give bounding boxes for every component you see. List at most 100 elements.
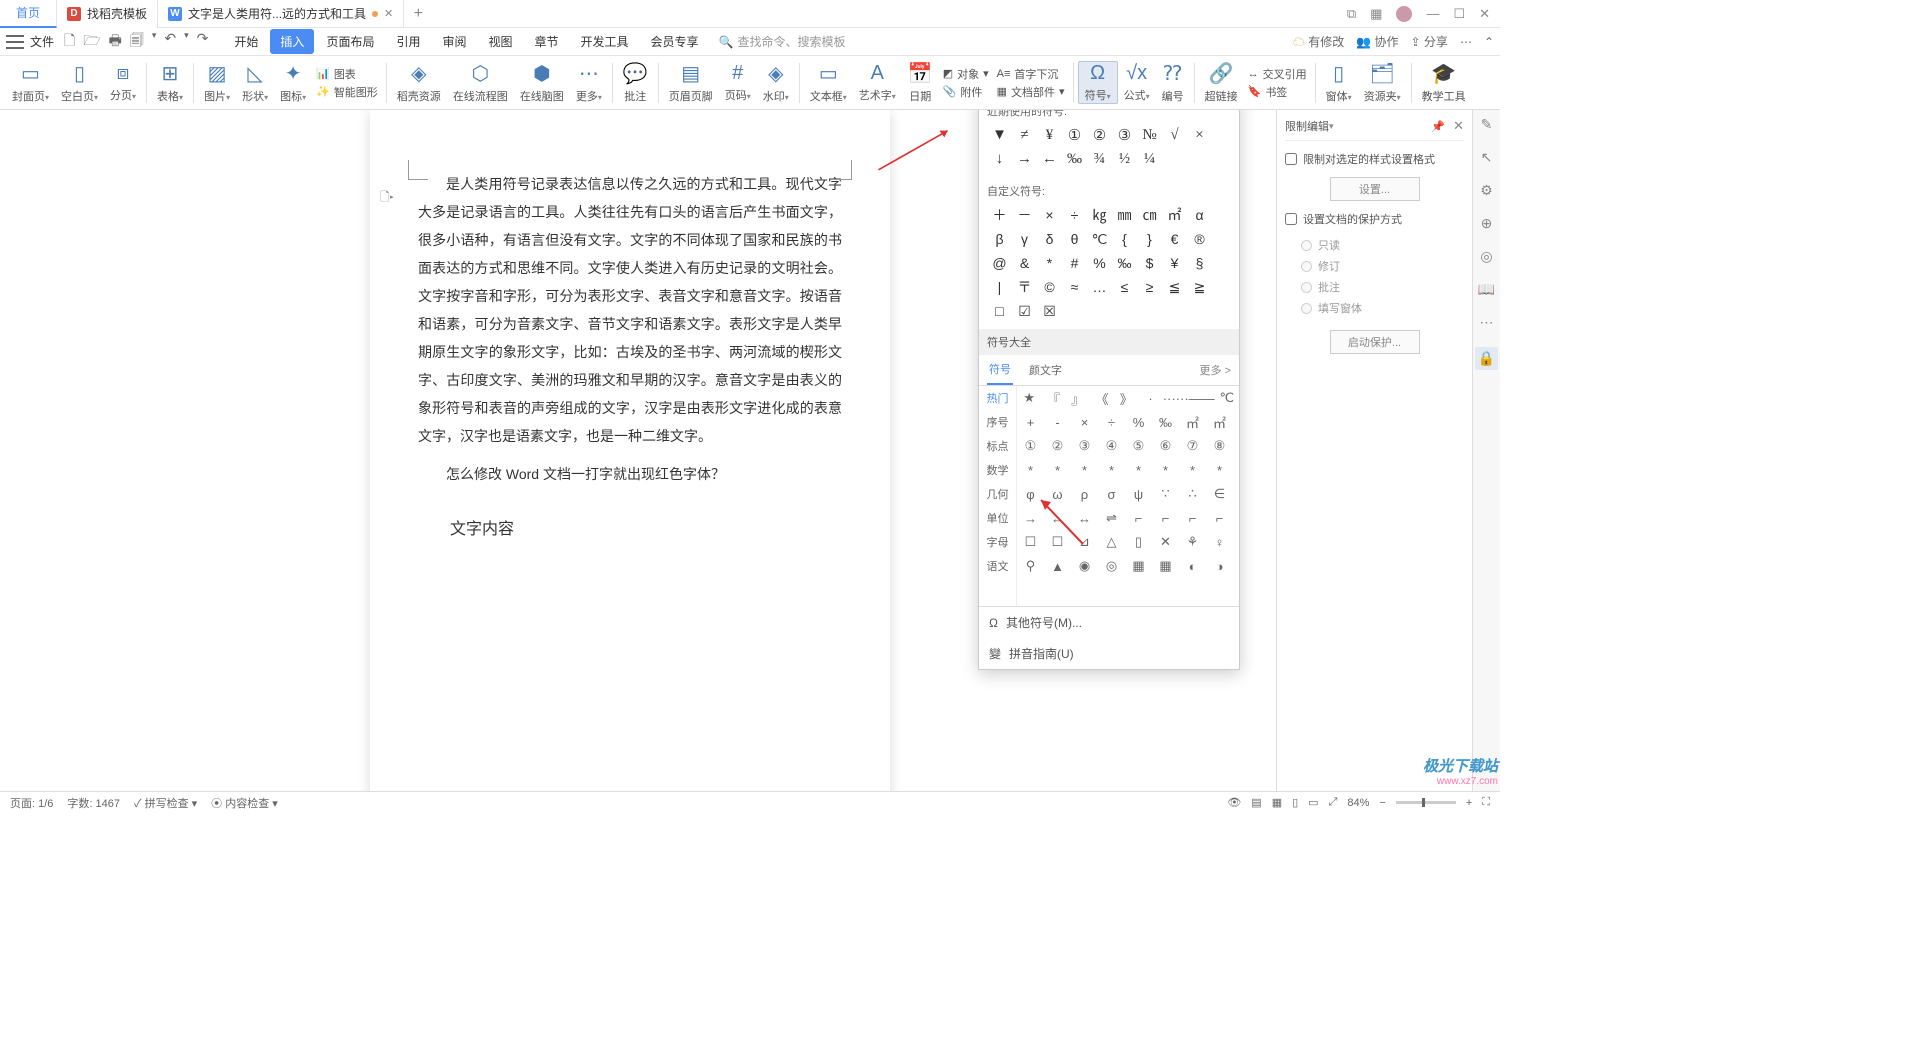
symbol-cell[interactable]: + [1017,410,1044,434]
symbol-cell[interactable]: 〒 [1012,275,1037,299]
symbol-cell[interactable]: ☐ [1017,530,1044,554]
blank-page-button[interactable]: ▯空白页▾ [55,61,104,104]
protect-radio[interactable]: 只读 [1301,237,1464,253]
zoom-in-button[interactable]: + [1466,797,1472,809]
symbol-cell[interactable]: ← [1044,506,1071,530]
start-protect-button[interactable]: 启动保护... [1330,330,1420,354]
forms-button[interactable]: ▯窗体▾ [1320,61,1358,104]
book-icon[interactable]: 📖 [1478,281,1495,298]
symbol-cell[interactable]: ③ [1112,123,1137,147]
symbol-cell[interactable]: ⊿ [1071,530,1098,554]
symbol-cell[interactable]: ☐ [1044,530,1071,554]
close-button[interactable]: ✕ [1479,6,1490,22]
number-button[interactable]: ⁇编号 [1156,61,1190,104]
symbol-cell[interactable]: ≦ [1162,275,1187,299]
view1-icon[interactable]: ▤ [1251,796,1261,809]
protect-radio[interactable]: 修订 [1301,258,1464,274]
symbol-cell[interactable]: * [1152,458,1179,482]
symbol-category[interactable]: 序号 [979,410,1016,434]
expand-icon[interactable]: ⛶ [1482,796,1490,809]
minimize-button[interactable]: — [1426,6,1439,21]
symbol-cell[interactable]: ① [1062,123,1087,147]
fit-icon[interactable]: ⤢ [1329,796,1338,809]
symbol-cell[interactable]: § [1187,251,1212,275]
page-break-button[interactable]: ⧈分页▾ [104,62,142,103]
doc-parts-button[interactable]: ▦ 文档部件▾ [997,84,1065,100]
symbol-cell[interactable]: ÷ [1098,410,1125,434]
menu-more-icon[interactable]: ⋯ [1460,35,1472,49]
document-body[interactable]: 是人类用符号记录表达信息以传之久远的方式和工具。现代文字大多是记录语言的工具。人… [418,170,842,546]
symbol-cell[interactable]: ⚲ [1017,554,1044,578]
mindmap-button[interactable]: ⬢在线脑图 [514,61,570,104]
settings-icon[interactable]: ⊕ [1481,215,1493,232]
symbol-cell[interactable]: ㎝ [1137,203,1162,227]
symbol-cell[interactable]: δ [1037,227,1062,251]
symbol-cell[interactable]: ℃ [1087,227,1112,251]
symbol-cell[interactable]: σ [1098,482,1125,506]
symbol-cell[interactable]: ▦ [1125,554,1152,578]
pinyin-guide-menuitem[interactable]: 變拼音指南(U) [979,638,1239,669]
props-icon[interactable]: ⋯ [1480,314,1494,331]
symbol-cell[interactable]: % [1125,410,1152,434]
shapes-button[interactable]: ◺形状▾ [236,61,274,104]
symbol-cell[interactable]: * [1071,458,1098,482]
attachment-button[interactable]: 📎 附件 [943,84,989,100]
table-button[interactable]: ⊞表格▾ [151,61,189,104]
collab-button[interactable]: 👥 协作 [1356,33,1398,50]
protect-radio[interactable]: 填写窗体 [1301,300,1464,316]
symbol-cell[interactable]: * [1017,458,1044,482]
command-search[interactable]: 🔍 查找命令、搜索模板 [719,33,846,50]
symbol-cell[interactable]: → [1012,147,1037,171]
symbol-category[interactable]: 字母 [979,530,1016,554]
symbol-cell[interactable]: ✕ [1152,530,1179,554]
symbol-cell[interactable]: … [1087,275,1112,299]
lock-icon[interactable]: 🔒 [1475,347,1498,370]
page-indicator[interactable]: 页面: 1/6 [10,795,53,811]
symbol-cell[interactable]: ▲ [1044,554,1071,578]
collapse-ribbon-icon[interactable]: ⌃ [1484,35,1494,49]
symbol-category[interactable]: 数学 [979,458,1016,482]
symbol-cell[interactable]: ≈ [1062,275,1087,299]
symbol-cell[interactable]: ψ [1125,482,1152,506]
symbol-cell[interactable]: · [1138,386,1162,410]
symbol-cell[interactable]: ① [1017,434,1044,458]
symbol-cell[interactable]: ↔ [1071,506,1098,530]
pen-icon[interactable]: ✎ [1481,116,1493,133]
settings-button[interactable]: 设置... [1330,177,1420,201]
symbol-cell[interactable]: 《 [1090,386,1114,410]
symbol-cell[interactable]: φ [1017,482,1044,506]
pin-icon[interactable]: 📌 [1431,120,1445,133]
zoom-level[interactable]: 84% [1347,797,1369,809]
redo-icon[interactable]: ↷ [197,30,209,54]
symbol-cell[interactable]: ≧ [1187,275,1212,299]
symbol-cell[interactable]: ≠ [1012,123,1037,147]
symbol-cell[interactable]: ∵ [1152,482,1179,506]
symbol-cell[interactable]: ÷ [1062,203,1087,227]
symbol-cell[interactable]: 』 [1066,386,1090,410]
symbol-cell[interactable]: ◑ [1206,554,1233,578]
more-button[interactable]: ⋯更多▾ [570,61,608,104]
header-footer-button[interactable]: ▤页眉页脚 [663,61,719,104]
caret-icon[interactable]: ▾ [152,30,157,54]
symbol-cell[interactable]: ◉ [1071,554,1098,578]
symbol-cell[interactable]: ☑ [1012,299,1037,323]
symbol-cell[interactable]: ¥ [1037,123,1062,147]
symbol-cell[interactable]: □ [987,299,1012,323]
user-avatar-icon[interactable] [1396,6,1412,22]
view4-icon[interactable]: ▭ [1308,796,1318,809]
chart-button[interactable]: 📊 图表 [316,66,378,82]
word-count[interactable]: 字数: 1467 [67,795,120,811]
resource-button[interactable]: 🗂资源夹▾ [1358,61,1407,104]
symbol-cell[interactable]: ½ [1112,147,1137,171]
symbol-cell[interactable]: * [1044,458,1071,482]
docer-res-button[interactable]: ◈稻壳资源 [391,61,447,104]
symbol-cell[interactable]: ㎡ [1162,203,1187,227]
protect-radio[interactable]: 批注 [1301,279,1464,295]
symbol-cell[interactable]: × [1037,203,1062,227]
menu-view[interactable]: 视图 [478,29,522,54]
protect-mode-checkbox[interactable]: 设置文档的保护方式 [1285,211,1464,227]
symbol-cell[interactable]: ∈ [1206,482,1233,506]
symbol-cell[interactable]: ® [1187,227,1212,251]
symbol-cell[interactable]: ¼ [1137,147,1162,171]
flowchart-button[interactable]: ⬡在线流程图 [447,61,514,104]
